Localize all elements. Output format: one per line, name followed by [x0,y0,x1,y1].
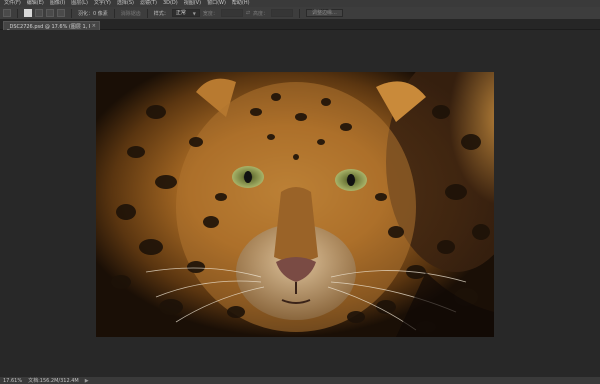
menu-help[interactable]: 帮助(H) [232,0,250,7]
menu-file[interactable]: 文件(F) [4,0,21,7]
menu-select[interactable]: 选择(S) [117,0,134,7]
zoom-level[interactable]: 17.61% [3,378,22,384]
close-icon[interactable]: × [92,23,96,29]
menu-3d[interactable]: 3D(D) [163,0,178,7]
refine-edge-button[interactable]: 调整边缘... [306,9,343,17]
new-selection-icon[interactable] [24,9,32,17]
feather-label[interactable]: 羽化：0 像素 [78,10,108,17]
options-divider [17,8,18,18]
width-input[interactable] [220,9,243,17]
menu-layer[interactable]: 图层(L) [71,0,88,7]
tool-preset-picker-icon[interactable] [3,9,11,17]
menu-bar: 文件(F) 编辑(E) 图像(I) 图层(L) 文字(Y) 选择(S) 滤镜(T… [0,0,600,7]
leopard-photo[interactable] [96,72,494,337]
canvas-area[interactable] [0,30,600,377]
intersect-selection-icon[interactable] [57,9,65,17]
swap-icon[interactable]: ⇄ [246,10,250,16]
menu-filter[interactable]: 滤镜(T) [140,0,157,7]
menu-type[interactable]: 文字(Y) [94,0,111,7]
options-bar: 羽化：0 像素 消除锯齿 样式： 正常 ▼ 宽度： ⇄ 高度： 调整边缘... [0,7,600,20]
document-tab[interactable]: _DSC2726.psd @ 17.6% (图层 1, RGB/16) * × [3,21,100,30]
photoshop-window: 文件(F) 编辑(E) 图像(I) 图层(L) 文字(Y) 选择(S) 滤镜(T… [0,0,600,384]
document-tab-title: _DSC2726.psd @ 17.6% (图层 1, RGB/16) * [7,23,90,30]
document-tab-bar: _DSC2726.psd @ 17.6% (图层 1, RGB/16) * × [0,20,600,30]
document-size: 文档:156.2M/312.4M [28,378,79,384]
width-label: 宽度： [202,10,218,17]
height-label: 高度： [253,10,269,17]
style-label: 样式： [153,10,169,17]
status-menu-arrow-icon[interactable]: ▶ [85,378,89,384]
style-value: 正常 [175,9,186,16]
menu-edit[interactable]: 编辑(E) [27,0,44,7]
options-divider [113,8,115,18]
menu-image[interactable]: 图像(I) [50,0,65,7]
status-bar: 17.61% 文档:156.2M/312.4M ▶ [0,377,600,384]
options-divider [299,8,301,18]
menu-view[interactable]: 视图(V) [184,0,201,7]
style-dropdown[interactable]: 正常 ▼ [171,9,200,17]
height-input[interactable] [271,9,294,17]
menu-window[interactable]: 窗口(W) [207,0,226,7]
antialias-checkbox[interactable]: 消除锯齿 [121,10,141,17]
leopard-photo-graphic [96,72,494,337]
chevron-down-icon: ▼ [192,10,196,16]
add-to-selection-icon[interactable] [35,9,43,17]
options-divider [146,8,148,18]
options-divider [71,8,72,18]
subtract-from-selection-icon[interactable] [46,9,54,17]
